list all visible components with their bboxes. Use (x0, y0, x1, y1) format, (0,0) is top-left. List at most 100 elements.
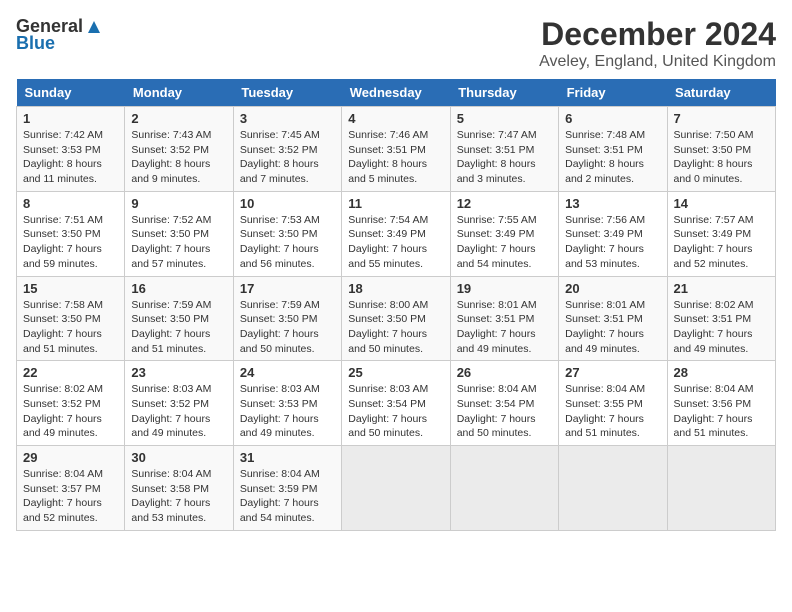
day-info: Sunrise: 8:02 AM Sunset: 3:51 PM Dayligh… (674, 298, 769, 357)
calendar-cell: 9 Sunrise: 7:52 AM Sunset: 3:50 PM Daylig… (125, 191, 233, 276)
day-info: Sunrise: 7:46 AM Sunset: 3:51 PM Dayligh… (348, 128, 443, 187)
day-number: 21 (674, 281, 769, 296)
calendar-week-3: 15 Sunrise: 7:58 AM Sunset: 3:50 PM Dayli… (17, 276, 776, 361)
day-number: 9 (131, 196, 226, 211)
day-info: Sunrise: 8:03 AM Sunset: 3:52 PM Dayligh… (131, 382, 226, 441)
header-row: SundayMondayTuesdayWednesdayThursdayFrid… (17, 79, 776, 107)
day-info: Sunrise: 7:56 AM Sunset: 3:49 PM Dayligh… (565, 213, 660, 272)
day-number: 2 (131, 111, 226, 126)
calendar-cell: 17 Sunrise: 7:59 AM Sunset: 3:50 PM Dayli… (233, 276, 341, 361)
day-info: Sunrise: 7:45 AM Sunset: 3:52 PM Dayligh… (240, 128, 335, 187)
day-number: 16 (131, 281, 226, 296)
day-number: 5 (457, 111, 552, 126)
day-info: Sunrise: 7:43 AM Sunset: 3:52 PM Dayligh… (131, 128, 226, 187)
calendar-cell: 13Sunrise: 7:56 AM Sunset: 3:49 PM Dayli… (559, 191, 667, 276)
calendar-week-4: 22 Sunrise: 8:02 AM Sunset: 3:52 PM Dayli… (17, 361, 776, 446)
calendar-table: SundayMondayTuesdayWednesdayThursdayFrid… (16, 79, 776, 531)
logo-icon (86, 19, 102, 35)
day-number: 23 (131, 365, 226, 380)
day-header-sunday: Sunday (17, 79, 125, 107)
day-info: Sunrise: 8:04 AM Sunset: 3:55 PM Dayligh… (565, 382, 660, 441)
calendar-cell: 18 Sunrise: 8:00 AM Sunset: 3:50 PM Dayli… (342, 276, 450, 361)
calendar-cell: 27 Sunrise: 8:04 AM Sunset: 3:55 PM Dayli… (559, 361, 667, 446)
day-number: 22 (23, 365, 118, 380)
location: Aveley, England, United Kingdom (539, 53, 776, 71)
day-info: Sunrise: 7:59 AM Sunset: 3:50 PM Dayligh… (131, 298, 226, 357)
calendar-cell: 29Sunrise: 8:04 AM Sunset: 3:57 PM Dayli… (17, 446, 125, 531)
title-area: December 2024 Aveley, England, United Ki… (539, 16, 776, 71)
day-info: Sunrise: 8:03 AM Sunset: 3:53 PM Dayligh… (240, 382, 335, 441)
calendar-cell: 7 Sunrise: 7:50 AM Sunset: 3:50 PM Daylig… (667, 107, 775, 192)
day-info: Sunrise: 7:53 AM Sunset: 3:50 PM Dayligh… (240, 213, 335, 272)
day-info: Sunrise: 8:04 AM Sunset: 3:59 PM Dayligh… (240, 467, 335, 526)
day-number: 25 (348, 365, 443, 380)
day-info: Sunrise: 7:57 AM Sunset: 3:49 PM Dayligh… (674, 213, 769, 272)
calendar-cell: 30 Sunrise: 8:04 AM Sunset: 3:58 PM Dayli… (125, 446, 233, 531)
calendar-cell: 21 Sunrise: 8:02 AM Sunset: 3:51 PM Dayli… (667, 276, 775, 361)
day-number: 14 (674, 196, 769, 211)
day-number: 12 (457, 196, 552, 211)
day-info: Sunrise: 8:02 AM Sunset: 3:52 PM Dayligh… (23, 382, 118, 441)
calendar-week-1: 1 Sunrise: 7:42 AM Sunset: 3:53 PM Daylig… (17, 107, 776, 192)
calendar-cell: 11 Sunrise: 7:54 AM Sunset: 3:49 PM Dayli… (342, 191, 450, 276)
month-title: December 2024 (539, 16, 776, 53)
calendar-cell: 23 Sunrise: 8:03 AM Sunset: 3:52 PM Dayli… (125, 361, 233, 446)
day-header-tuesday: Tuesday (233, 79, 341, 107)
day-number: 8 (23, 196, 118, 211)
day-info: Sunrise: 8:01 AM Sunset: 3:51 PM Dayligh… (457, 298, 552, 357)
calendar-cell: 16 Sunrise: 7:59 AM Sunset: 3:50 PM Dayli… (125, 276, 233, 361)
day-header-monday: Monday (125, 79, 233, 107)
calendar-cell: 31Sunrise: 8:04 AM Sunset: 3:59 PM Dayli… (233, 446, 341, 531)
day-number: 19 (457, 281, 552, 296)
day-number: 15 (23, 281, 118, 296)
day-info: Sunrise: 8:01 AM Sunset: 3:51 PM Dayligh… (565, 298, 660, 357)
day-number: 30 (131, 450, 226, 465)
calendar-cell: 15 Sunrise: 7:58 AM Sunset: 3:50 PM Dayli… (17, 276, 125, 361)
day-info: Sunrise: 7:59 AM Sunset: 3:50 PM Dayligh… (240, 298, 335, 357)
calendar-cell: 19 Sunrise: 8:01 AM Sunset: 3:51 PM Dayli… (450, 276, 558, 361)
day-info: Sunrise: 7:42 AM Sunset: 3:53 PM Dayligh… (23, 128, 118, 187)
day-number: 11 (348, 196, 443, 211)
day-header-saturday: Saturday (667, 79, 775, 107)
day-info: Sunrise: 8:03 AM Sunset: 3:54 PM Dayligh… (348, 382, 443, 441)
calendar-week-5: 29Sunrise: 8:04 AM Sunset: 3:57 PM Dayli… (17, 446, 776, 531)
calendar-cell: 8Sunrise: 7:51 AM Sunset: 3:50 PM Daylig… (17, 191, 125, 276)
calendar-cell: 10 Sunrise: 7:53 AM Sunset: 3:50 PM Dayli… (233, 191, 341, 276)
day-number: 3 (240, 111, 335, 126)
calendar-cell (450, 446, 558, 531)
day-info: Sunrise: 7:52 AM Sunset: 3:50 PM Dayligh… (131, 213, 226, 272)
day-number: 27 (565, 365, 660, 380)
day-info: Sunrise: 8:04 AM Sunset: 3:56 PM Dayligh… (674, 382, 769, 441)
day-info: Sunrise: 7:50 AM Sunset: 3:50 PM Dayligh… (674, 128, 769, 187)
day-info: Sunrise: 7:58 AM Sunset: 3:50 PM Dayligh… (23, 298, 118, 357)
calendar-cell: 20Sunrise: 8:01 AM Sunset: 3:51 PM Dayli… (559, 276, 667, 361)
day-number: 1 (23, 111, 118, 126)
calendar-cell (559, 446, 667, 531)
day-number: 7 (674, 111, 769, 126)
calendar-cell: 12 Sunrise: 7:55 AM Sunset: 3:49 PM Dayli… (450, 191, 558, 276)
calendar-cell: 22 Sunrise: 8:02 AM Sunset: 3:52 PM Dayli… (17, 361, 125, 446)
day-number: 4 (348, 111, 443, 126)
day-info: Sunrise: 8:04 AM Sunset: 3:58 PM Dayligh… (131, 467, 226, 526)
calendar-cell: 3 Sunrise: 7:45 AM Sunset: 3:52 PM Daylig… (233, 107, 341, 192)
day-info: Sunrise: 7:54 AM Sunset: 3:49 PM Dayligh… (348, 213, 443, 272)
calendar-cell: 5 Sunrise: 7:47 AM Sunset: 3:51 PM Daylig… (450, 107, 558, 192)
day-info: Sunrise: 7:48 AM Sunset: 3:51 PM Dayligh… (565, 128, 660, 187)
day-number: 10 (240, 196, 335, 211)
day-number: 18 (348, 281, 443, 296)
day-number: 24 (240, 365, 335, 380)
day-header-wednesday: Wednesday (342, 79, 450, 107)
calendar-cell: 14 Sunrise: 7:57 AM Sunset: 3:49 PM Dayli… (667, 191, 775, 276)
day-number: 6 (565, 111, 660, 126)
logo: General Blue (16, 16, 102, 54)
day-info: Sunrise: 7:47 AM Sunset: 3:51 PM Dayligh… (457, 128, 552, 187)
calendar-cell: 28 Sunrise: 8:04 AM Sunset: 3:56 PM Dayli… (667, 361, 775, 446)
header: General Blue December 2024 Aveley, Engla… (16, 16, 776, 71)
day-info: Sunrise: 7:55 AM Sunset: 3:49 PM Dayligh… (457, 213, 552, 272)
day-info: Sunrise: 8:00 AM Sunset: 3:50 PM Dayligh… (348, 298, 443, 357)
day-number: 17 (240, 281, 335, 296)
day-header-thursday: Thursday (450, 79, 558, 107)
day-number: 28 (674, 365, 769, 380)
calendar-cell: 24 Sunrise: 8:03 AM Sunset: 3:53 PM Dayli… (233, 361, 341, 446)
calendar-cell: 1 Sunrise: 7:42 AM Sunset: 3:53 PM Daylig… (17, 107, 125, 192)
